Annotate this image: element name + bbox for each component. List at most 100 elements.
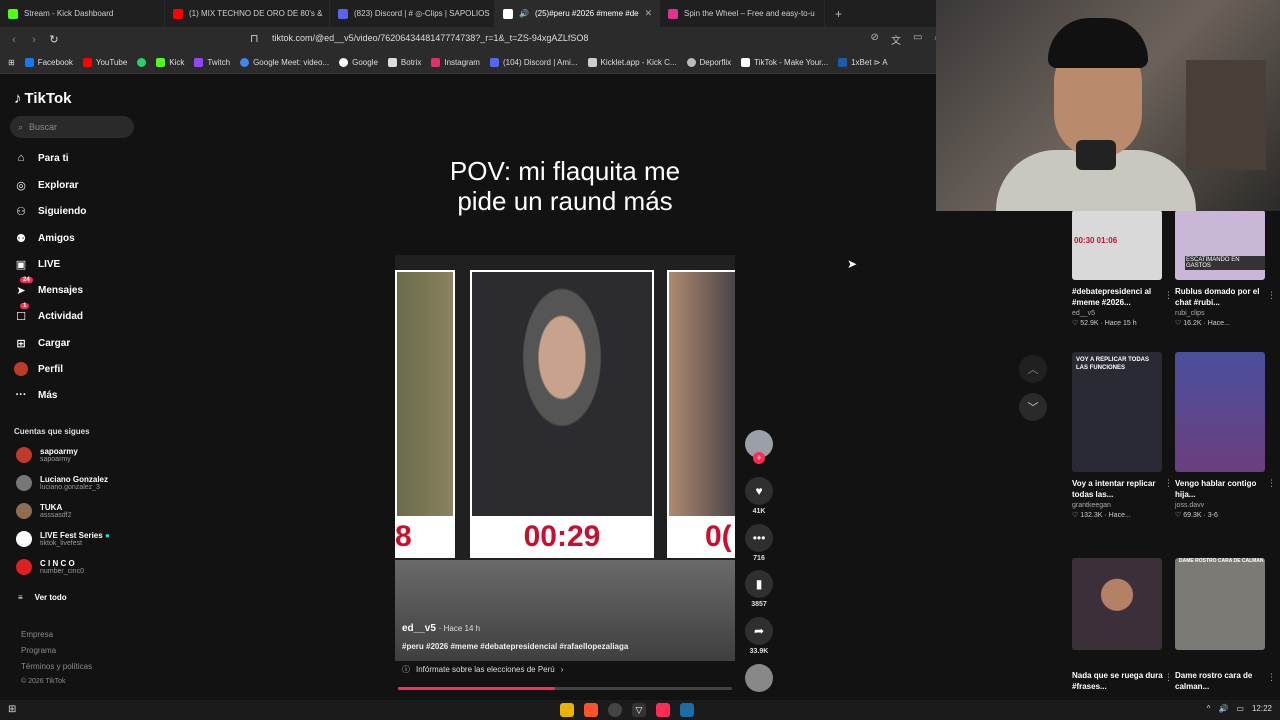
file-explorer-icon[interactable] (560, 703, 574, 717)
video-player[interactable]: 8 00:29 0( ed__v5 · Hace 14 h #peru #202… (395, 255, 735, 661)
search-input[interactable]: ⌕ Buscar (10, 116, 134, 138)
tab-discord[interactable]: (823) Discord | # ◎-Clips | SAPOLIOS (330, 0, 495, 27)
clock[interactable]: 12:22 (1252, 704, 1272, 713)
video-progress-bar[interactable] (398, 687, 732, 690)
bookmark-kicklet[interactable]: Kicklet.app - Kick C... (587, 58, 677, 67)
bookmark-kick[interactable]: Kick (156, 58, 184, 67)
nav-perfil[interactable]: Perfil (14, 362, 63, 376)
like-button[interactable]: ♥ 41K (744, 477, 774, 515)
nav-label: Explorar (38, 179, 79, 191)
nav-live[interactable]: ▣ LIVE (14, 257, 60, 271)
more-options-icon[interactable]: ⋮ (1164, 478, 1173, 489)
nav-cargar[interactable]: ⊞ Cargar (14, 336, 70, 350)
webcam-overlay (936, 0, 1280, 211)
election-info-link[interactable]: ⓘ Infórmate sobre las elecciones de Perú… (402, 664, 563, 675)
close-tab-icon[interactable]: ✕ (645, 8, 653, 19)
more-options-icon[interactable]: ⋮ (1267, 672, 1276, 683)
thumbnail-text: ESCATIMANDO EN GASTOS (1185, 256, 1265, 270)
bookmark-label: Deporflix (699, 58, 732, 67)
footer-link-terminos[interactable]: Términos y políticas (21, 662, 92, 671)
chevron-up-icon[interactable]: ^ (1207, 704, 1211, 713)
obs-icon[interactable] (608, 703, 622, 717)
bookmark-discord[interactable]: (104) Discord | Ami... (489, 58, 578, 67)
tab-search-icon[interactable]: ▭ (913, 32, 922, 47)
bookmark-whatsapp[interactable] (137, 58, 147, 67)
video-thumbnail: ESCATIMANDO EN GASTOS (1175, 210, 1265, 280)
video-card[interactable]: VOY A REPLICAR TODAS LAS FUNCIONES Voy a… (1072, 352, 1164, 519)
video-author[interactable]: ed__v5 · Hace 14 h (402, 623, 480, 634)
video-thumbnail: DAME ROSTRO CARA DE CALMAN (1175, 558, 1265, 650)
nav-amigos[interactable]: ⚉ Amigos (14, 231, 75, 245)
bookmark-page-icon[interactable]: ⊓ (250, 32, 259, 45)
back-icon[interactable]: ‹ (4, 34, 24, 46)
search-placeholder: Buscar (29, 122, 58, 132)
bookmark-botrix[interactable]: Botrix (387, 58, 421, 67)
video-card[interactable]: 00:30 01:06 #debatepresidenci al #meme #… (1072, 210, 1164, 327)
reload-icon[interactable]: ↻ (44, 33, 64, 46)
bookmark-twitch[interactable]: Twitch (194, 58, 230, 67)
forward-icon[interactable]: › (24, 34, 44, 46)
apps-icon[interactable]: ⊞ (8, 58, 15, 67)
bookmark-tiktok[interactable]: TikTok - Make Your... (741, 58, 828, 67)
tiktok-icon[interactable] (656, 703, 670, 717)
debate-timer: 8 (395, 520, 412, 553)
video-card[interactable]: ESCATIMANDO EN GASTOS Rublus domado por … (1175, 210, 1267, 327)
author-avatar-button[interactable]: + (744, 430, 774, 464)
nav-explorar[interactable]: ◎ Explorar (14, 178, 79, 192)
sound-avatar-button[interactable] (744, 664, 774, 692)
tab-tiktok-active[interactable]: 🔊 (25)#peru #2026 #meme #de ✕ (495, 0, 660, 27)
windows-start-icon[interactable]: ⊞ (8, 704, 16, 715)
new-tab-icon[interactable]: + (825, 7, 852, 21)
bookmark-google-meet[interactable]: Google Meet: video... (240, 58, 329, 67)
nav-mensajes[interactable]: ➤ 24 Mensajes (14, 277, 83, 297)
bookmark-youtube[interactable]: YouTube (82, 58, 127, 67)
next-video-button[interactable]: ﹀ (1019, 393, 1047, 421)
media-icon[interactable]: ⊘ (871, 32, 879, 47)
see-all-button[interactable]: ≡ Ver todo (18, 593, 67, 602)
network-icon[interactable]: ▭ (1236, 704, 1244, 713)
nav-mas[interactable]: ··· Más (14, 388, 58, 402)
comment-button[interactable]: ••• 716 (744, 524, 774, 562)
steam-icon[interactable] (680, 703, 694, 717)
wheel-icon (668, 8, 678, 19)
nav-label: Siguiendo (38, 205, 87, 217)
volume-icon[interactable]: 🔊 (1218, 704, 1228, 713)
brave-icon[interactable] (584, 703, 598, 717)
more-options-icon[interactable]: ⋮ (1267, 478, 1276, 489)
save-button[interactable]: ▮ 3857 (744, 570, 774, 608)
video-hashtags[interactable]: #peru #2026 #meme #debatepresidencial #r… (402, 642, 628, 651)
translate-icon[interactable]: 文 (891, 32, 901, 47)
tiktok-logo[interactable]: ♪ TikTok (14, 90, 71, 107)
messages-badge: 24 (20, 277, 33, 283)
url-field[interactable]: tiktok.com/@ed__v5/video/762064344814777… (272, 33, 588, 43)
nav-actividad[interactable]: ☐ 1 Actividad (14, 303, 83, 323)
more-options-icon[interactable]: ⋮ (1164, 290, 1173, 301)
footer-link-programa[interactable]: Programa (21, 646, 56, 655)
more-options-icon[interactable]: ⋮ (1164, 672, 1173, 683)
account-handle: sapoarmy (40, 456, 71, 463)
nav-para-ti[interactable]: ⌂ Para ti (14, 151, 69, 165)
tab-spin-wheel[interactable]: Spin the Wheel – Free and easy-to-u (660, 0, 825, 27)
more-options-icon[interactable]: ⋮ (1267, 290, 1276, 301)
following-account[interactable]: TUKA asssasdf2 (16, 503, 72, 519)
tab-youtube[interactable]: (1) MIX TECHNO DE ORO DE 80's & (165, 0, 330, 27)
valorant-icon[interactable]: ▽ (632, 703, 646, 717)
following-account[interactable]: Luciano Gonzalez luciano.gonzalez_3 (16, 475, 108, 491)
bookmark-deporflix[interactable]: Deporflix (686, 58, 732, 67)
nav-siguiendo[interactable]: ⚇ Siguiendo (14, 204, 86, 218)
following-account[interactable]: C I N C Onumber_cinc0 (16, 559, 84, 575)
tab-kick-dashboard[interactable]: Stream - Kick Dashboard (0, 0, 165, 27)
previous-video-button[interactable]: ︿ (1019, 355, 1047, 383)
bookmark-instagram[interactable]: Instagram (431, 58, 480, 67)
bookmark-facebook[interactable]: Facebook (24, 58, 73, 67)
bookmark-1xbet[interactable]: 1xBet ⊳ A (838, 58, 888, 67)
footer-link-empresa[interactable]: Empresa (21, 630, 53, 639)
video-card[interactable]: Nada que se ruega dura #frases... (1072, 558, 1164, 692)
follow-plus-icon[interactable]: + (753, 452, 765, 464)
following-account[interactable]: LIVE Fest Series ● tiktok_livefest (16, 531, 110, 547)
bookmark-google[interactable]: Google (339, 58, 378, 67)
video-card[interactable]: DAME ROSTRO CARA DE CALMAN Dame rostro c… (1175, 558, 1267, 692)
share-button[interactable]: ➦ 33.9K (744, 617, 774, 655)
following-account[interactable]: sapoarmy sapoarmy (16, 447, 78, 463)
video-card[interactable]: Vengo hablar contigo hija... joss.davv ♡… (1175, 352, 1267, 519)
